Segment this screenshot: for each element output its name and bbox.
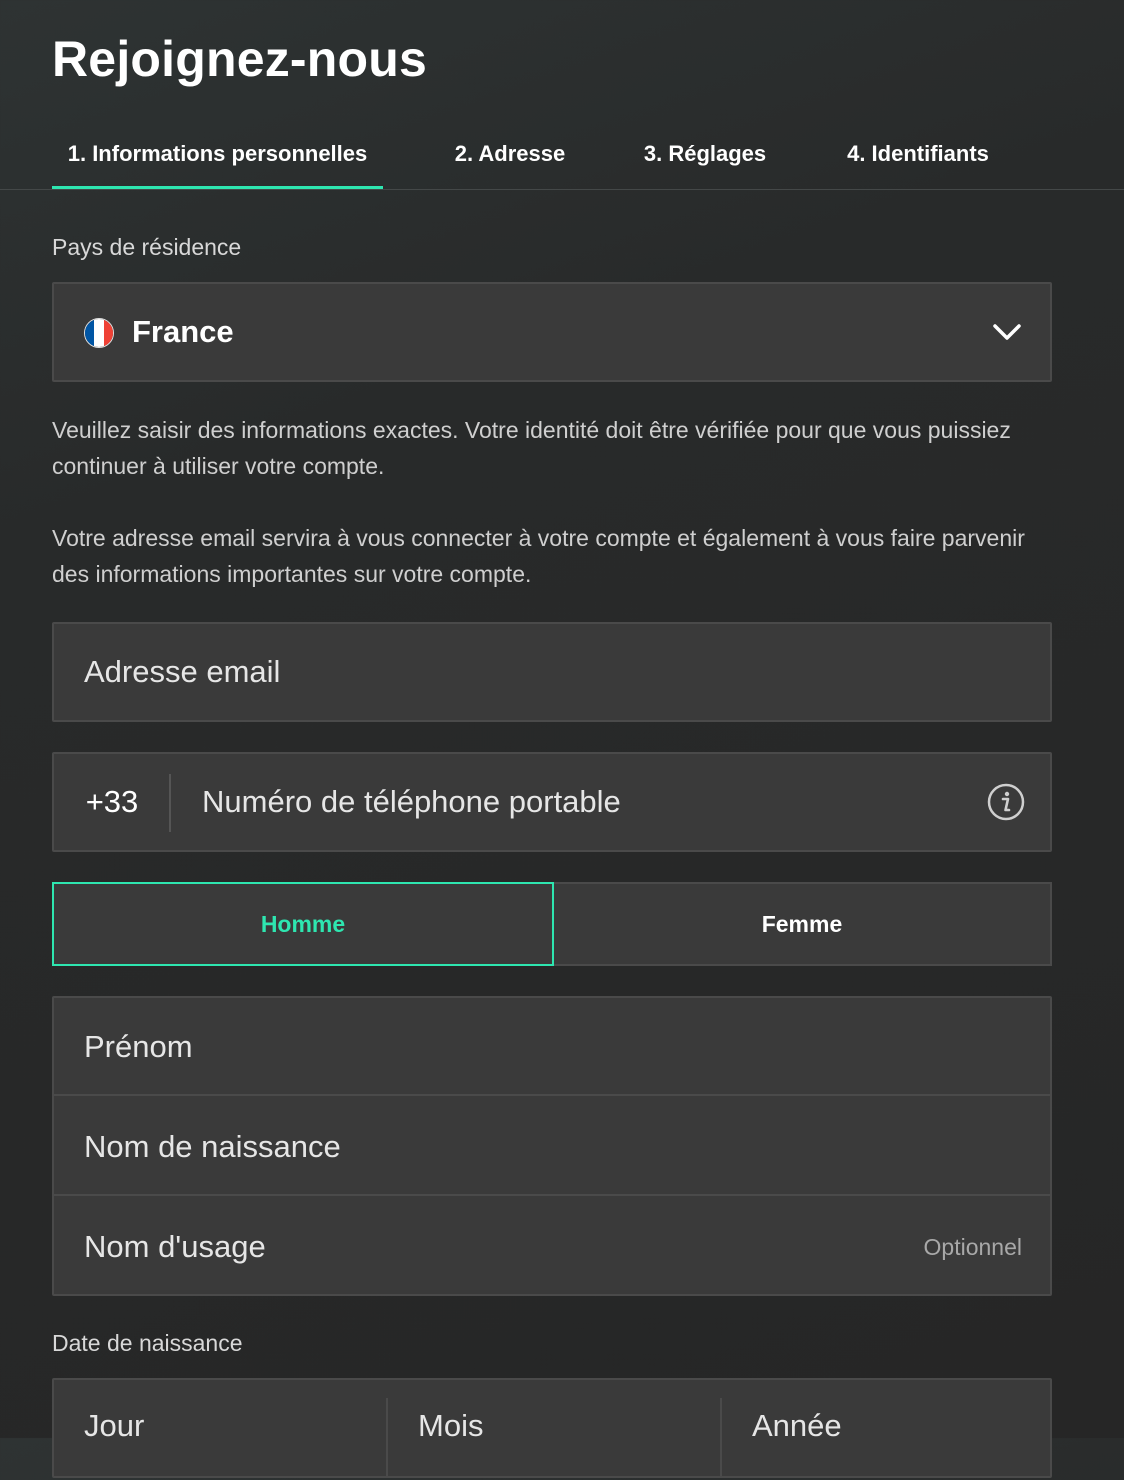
first-name-field[interactable]: Prénom [54, 998, 1050, 1096]
dob-label: Date de naissance [52, 1330, 243, 1356]
phone-prefix-divider [169, 774, 171, 832]
dob-month-placeholder: Mois [418, 1408, 484, 1443]
dob-month-field[interactable]: Mois [388, 1380, 720, 1480]
optional-hint: Optionnel [923, 1234, 1022, 1260]
email-notice: Votre adresse email servira à vous conne… [52, 525, 1025, 587]
country-label: Pays de résidence [52, 234, 242, 260]
phone-placeholder: Numéro de téléphone portable [202, 784, 621, 819]
email-field[interactable]: Adresse email [52, 622, 1052, 722]
birth-name-placeholder: Nom de naissance [84, 1129, 341, 1164]
tab-credentials[interactable]: 4. Identifiants [830, 120, 1006, 189]
tab-address[interactable]: 2. Adresse [440, 120, 580, 189]
step-tabs: 1. Informations personnelles 2. Adresse … [0, 120, 1124, 190]
usage-name-field[interactable]: Nom d'usage Optionnel [54, 1198, 1050, 1296]
dob-day-placeholder: Jour [84, 1408, 145, 1443]
country-value: France [132, 314, 234, 349]
chevron-down-icon [993, 324, 1021, 340]
page-title: Rejoignez-nous [52, 31, 428, 87]
birth-name-field[interactable]: Nom de naissance [54, 1098, 1050, 1196]
tab-settings[interactable]: 3. Réglages [630, 120, 780, 189]
dob-day-field[interactable]: Jour [54, 1380, 386, 1480]
phone-prefix[interactable]: +33 [54, 754, 170, 850]
email-placeholder: Adresse email [84, 654, 281, 689]
phone-field[interactable]: +33 Numéro de téléphone portable [52, 752, 1052, 852]
info-icon[interactable] [986, 782, 1026, 822]
gender-female-button[interactable]: Femme [552, 882, 1052, 966]
dob-year-placeholder: Année [752, 1408, 842, 1443]
france-flag-icon [84, 318, 114, 348]
name-fields-group: Prénom Nom de naissance Nom d'usage Opti… [52, 996, 1052, 1296]
tab-personal-info[interactable]: 1. Informations personnelles [52, 120, 383, 189]
dob-fields-group: Jour Mois Année [52, 1378, 1052, 1478]
identity-notice: Veuillez saisir des informations exactes… [52, 417, 1011, 479]
usage-name-placeholder: Nom d'usage [84, 1229, 266, 1264]
first-name-placeholder: Prénom [84, 1029, 193, 1064]
gender-male-button[interactable]: Homme [52, 882, 554, 966]
dob-year-field[interactable]: Année [722, 1380, 1050, 1480]
country-select[interactable]: France [52, 282, 1052, 382]
